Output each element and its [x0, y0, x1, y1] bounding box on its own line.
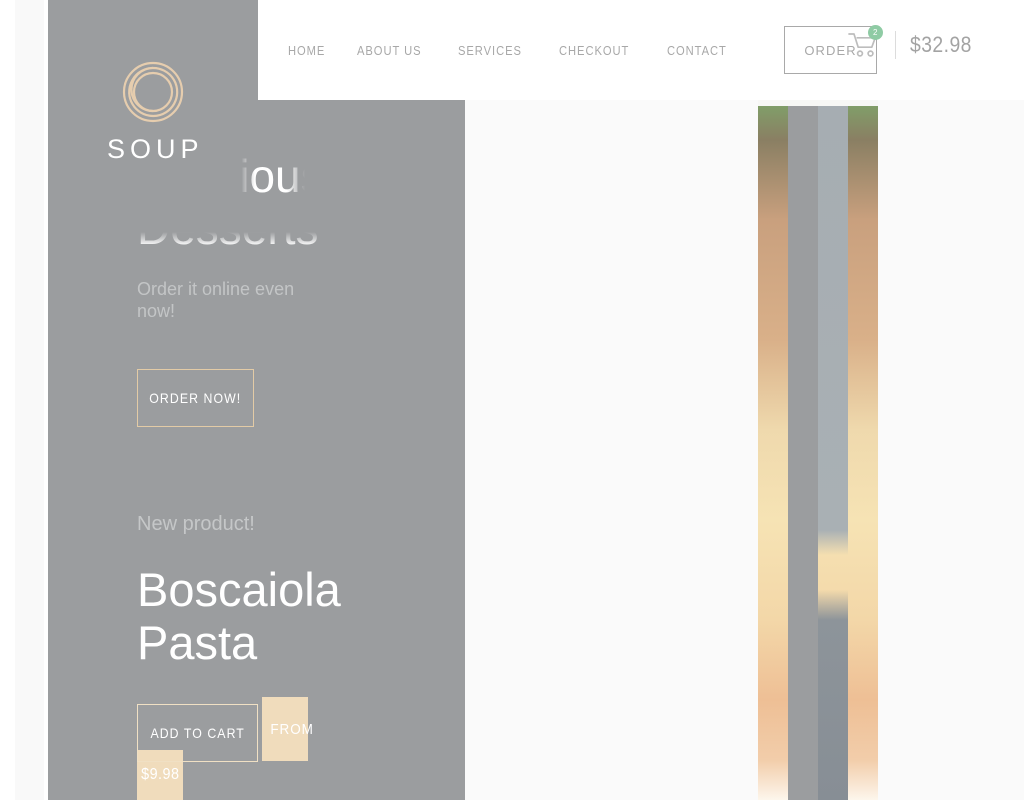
cart-widget[interactable]: 2 $32.98 [847, 25, 980, 60]
shopping-cart-icon[interactable]: 2 [847, 25, 883, 60]
add-to-cart-button[interactable]: ADD TO CART [137, 704, 258, 762]
photo-transition-curtain-1 [788, 100, 818, 800]
product-title-line-2: Pasta [137, 616, 258, 669]
nav-item-services[interactable]: SERVICES [458, 43, 522, 58]
photo-slice-4 [848, 100, 878, 800]
product-title: Boscaiola Pasta [137, 563, 465, 669]
left-edge-rail [0, 0, 15, 800]
right-content-field [465, 0, 1024, 800]
product-price-text: $9.98 [141, 766, 180, 783]
photo-transition-curtain-2 [818, 100, 848, 800]
nav-item-checkout[interactable]: CHECKOUT [559, 43, 629, 58]
product-kicker: New product! [137, 513, 255, 535]
spiral-circle-icon [121, 60, 185, 124]
order-now-label: ORDER NOW! [149, 390, 242, 406]
logo-wordmark: SOUP [107, 134, 204, 164]
cart-divider [894, 31, 896, 59]
hero-heading: Delicious Desserts [137, 150, 465, 254]
product-photo [758, 100, 878, 800]
hero-heading-line-2: Desserts [137, 202, 465, 254]
price-from-label: FROM [262, 697, 313, 761]
nav-item-contact[interactable]: CONTACT [667, 43, 727, 58]
photo-top-edge [758, 100, 878, 106]
left-accent-rail [15, 0, 44, 800]
cart-total-amount: $32.98 [909, 32, 972, 57]
page-root: Delicious Desserts Order it online even … [0, 0, 1024, 800]
nav-item-home[interactable]: HOME [288, 43, 325, 58]
from-text: FROM [270, 720, 314, 738]
hero-subtitle: Order it online even now! [137, 279, 295, 321]
product-title-line-1: Boscaiola [137, 563, 341, 616]
add-to-cart-label: ADD TO CART [150, 725, 245, 741]
site-logo[interactable]: SOUP [107, 60, 199, 165]
order-now-button[interactable]: ORDER NOW! [137, 369, 254, 427]
main-navigation: HOME ABOUT US SERVICES CHECKOUT CONTACT … [288, 26, 878, 74]
site-header: HOME ABOUT US SERVICES CHECKOUT CONTACT … [258, 0, 1024, 100]
photo-slice-1 [758, 100, 788, 800]
cart-badge-count: 2 [867, 25, 883, 40]
nav-item-about-us[interactable]: ABOUT US [357, 43, 422, 58]
hero-heading-text-2: Desserts [137, 202, 319, 254]
